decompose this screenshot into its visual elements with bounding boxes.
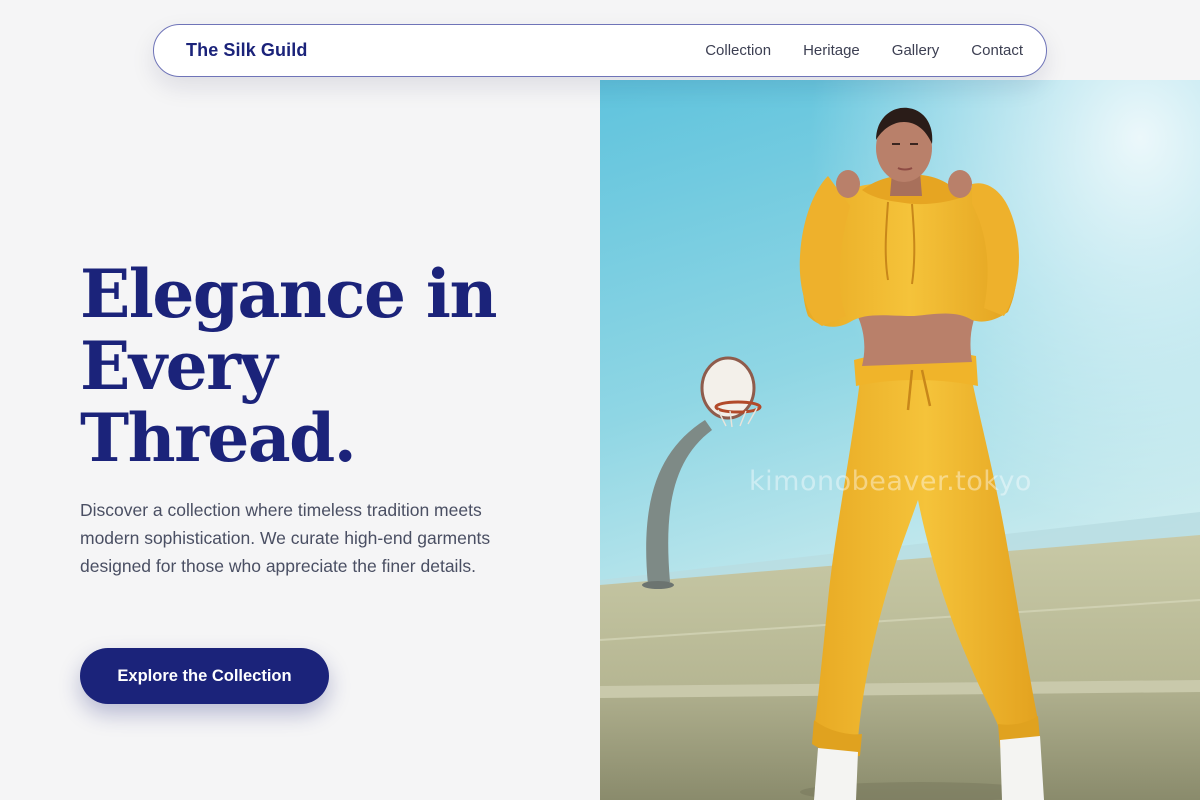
hero-title-line: Elegance in bbox=[80, 255, 497, 333]
hero-photo: kimonobeaver.tokyo bbox=[600, 80, 1200, 800]
nav-links: Collection Heritage Gallery Contact bbox=[705, 42, 1023, 59]
explore-collection-button[interactable]: Explore the Collection bbox=[80, 648, 329, 704]
nav-link-contact[interactable]: Contact bbox=[971, 42, 1023, 59]
nav-link-collection[interactable]: Collection bbox=[705, 42, 771, 59]
hero-title-line: Every bbox=[80, 327, 278, 405]
nav-link-heritage[interactable]: Heritage bbox=[803, 42, 860, 59]
navbar: The Silk Guild Collection Heritage Galle… bbox=[153, 24, 1047, 77]
hero-title: Elegance in Every Thread. bbox=[80, 258, 550, 474]
nav-link-gallery[interactable]: Gallery bbox=[892, 42, 940, 59]
brand-logo[interactable]: The Silk Guild bbox=[186, 40, 307, 61]
hero-title-line: Thread. bbox=[80, 399, 357, 477]
hero-photo-illustration bbox=[600, 80, 1200, 800]
watermark-text: kimonobeaver.tokyo bbox=[749, 466, 1032, 497]
hero-description: Discover a collection where timeless tra… bbox=[80, 500, 491, 576]
